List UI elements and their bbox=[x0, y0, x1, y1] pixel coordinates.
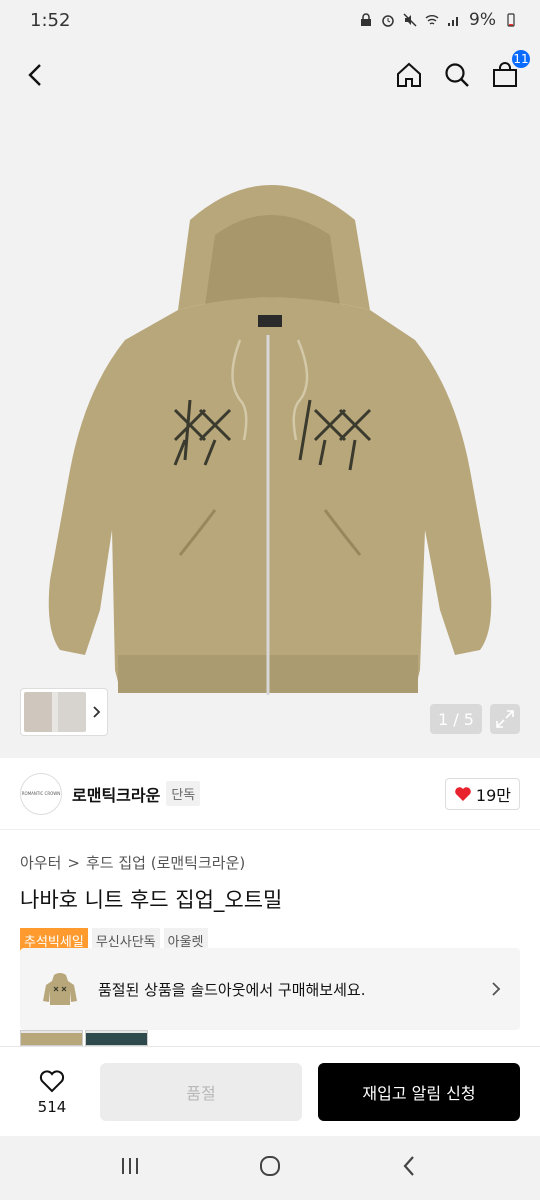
brand-logo[interactable]: ROMANTIC CROWN bbox=[20, 772, 62, 815]
home-button[interactable] bbox=[394, 60, 424, 90]
status-time: 1:52 bbox=[30, 9, 71, 31]
restock-alert-button[interactable]: 재입고 알림 신청 bbox=[318, 1062, 520, 1121]
wishlist-count: 514 bbox=[37, 1097, 67, 1116]
mute-icon bbox=[403, 13, 417, 27]
heart-outline-icon bbox=[39, 1069, 65, 1092]
top-nav: 11 bbox=[0, 40, 540, 110]
swatch-dark-green[interactable] bbox=[85, 1030, 148, 1046]
brand-logo-text: ROMANTIC CROWN bbox=[21, 791, 61, 796]
product-title: 나바호 니트 후드 집업_오트밀 bbox=[20, 888, 283, 912]
recent-apps-button[interactable] bbox=[118, 1154, 142, 1182]
heart-filled-icon bbox=[455, 786, 471, 801]
image-counter: 1 / 5 bbox=[430, 704, 482, 734]
back-system-button[interactable] bbox=[398, 1154, 422, 1182]
battery-icon bbox=[507, 13, 515, 27]
home-system-button[interactable] bbox=[258, 1154, 282, 1182]
chevron-left-icon bbox=[28, 64, 41, 86]
cart-button[interactable]: 11 bbox=[490, 48, 532, 90]
signal-icon bbox=[448, 17, 459, 26]
brand-like-count: 19만 bbox=[475, 785, 511, 805]
thumbnail-image[interactable] bbox=[24, 692, 86, 732]
brand-row: ROMANTIC CROWN 로맨틱크라운 단독 19만 bbox=[0, 758, 540, 830]
brand-name[interactable]: 로맨틱크라운 bbox=[72, 782, 160, 806]
home-icon bbox=[397, 62, 421, 87]
soldout-thumbnail bbox=[38, 967, 82, 1011]
expand-image-button[interactable] bbox=[490, 704, 520, 734]
wishlist-button[interactable]: 514 bbox=[20, 1068, 84, 1116]
lock-icon bbox=[361, 13, 372, 26]
hoodie-thumbnail-image bbox=[43, 973, 77, 1005]
back-chevron-icon bbox=[403, 1156, 414, 1176]
product-image bbox=[48, 185, 492, 695]
image-thumbnail-strip[interactable] bbox=[20, 688, 108, 736]
back-button[interactable] bbox=[20, 60, 50, 90]
chevron-right-icon bbox=[93, 706, 101, 718]
status-bar: 1:52 9% bbox=[0, 0, 540, 40]
brand-like-button[interactable]: 19만 bbox=[444, 777, 520, 810]
soldout-button: 품절 bbox=[100, 1062, 302, 1121]
swatch-oatmeal[interactable] bbox=[20, 1030, 83, 1046]
soldout-banner[interactable]: 품절된 상품을 솔드아웃에서 구매해보세요. bbox=[20, 948, 520, 1030]
product-image-gallery[interactable]: 1 / 5 bbox=[0, 110, 540, 758]
alarm-icon bbox=[382, 15, 394, 27]
battery-text: 9% bbox=[469, 10, 496, 30]
brand-exclusive-tag: 단독 bbox=[166, 781, 201, 806]
home-circle-icon bbox=[260, 1156, 280, 1176]
wifi-icon bbox=[425, 15, 439, 25]
breadcrumb-category[interactable]: 아우터 bbox=[20, 852, 61, 873]
bottom-action-bar: 514 품절 재입고 알림 신청 bbox=[0, 1046, 540, 1136]
recent-apps-icon bbox=[122, 1158, 138, 1174]
search-button[interactable] bbox=[442, 60, 472, 90]
chevron-right-icon bbox=[492, 982, 501, 996]
breadcrumb-subcategory[interactable]: 후드 집업 (로맨틱크라운) bbox=[86, 852, 245, 873]
search-icon bbox=[445, 63, 469, 87]
status-icons: 9% bbox=[359, 10, 518, 30]
breadcrumb: 아우터 > 후드 집업 (로맨틱크라운) bbox=[20, 852, 245, 873]
color-swatches bbox=[20, 1030, 148, 1046]
cart-count-badge: 11 bbox=[510, 48, 532, 70]
expand-icon bbox=[496, 710, 514, 728]
breadcrumb-separator: > bbox=[67, 853, 80, 872]
soldout-banner-text: 품절된 상품을 솔드아웃에서 구매해보세요. bbox=[98, 980, 366, 999]
system-nav-bar bbox=[0, 1136, 540, 1200]
